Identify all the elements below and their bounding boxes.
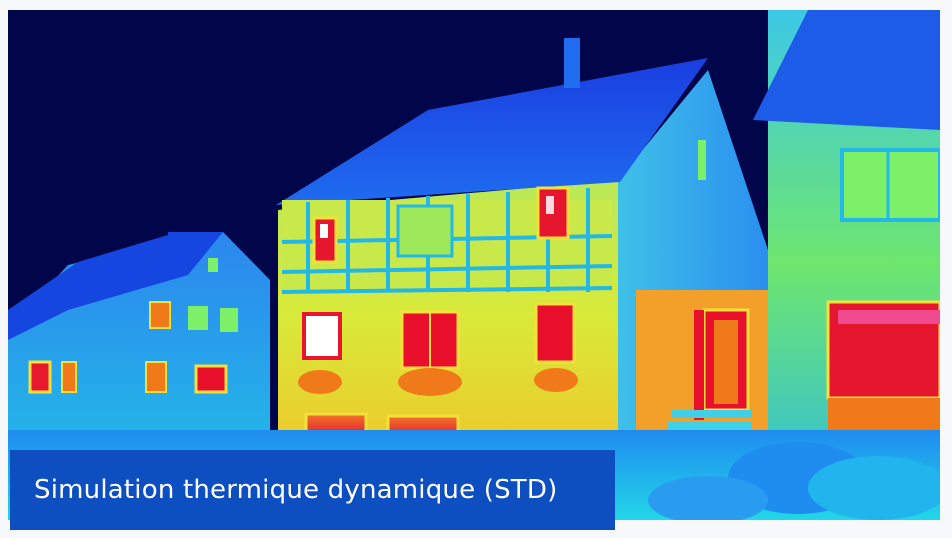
thermal-scene [8,10,940,520]
thermal-image [8,10,940,520]
caption-banner: Simulation thermique dynamique (STD) [10,450,615,530]
caption-text: Simulation thermique dynamique (STD) [34,475,558,505]
